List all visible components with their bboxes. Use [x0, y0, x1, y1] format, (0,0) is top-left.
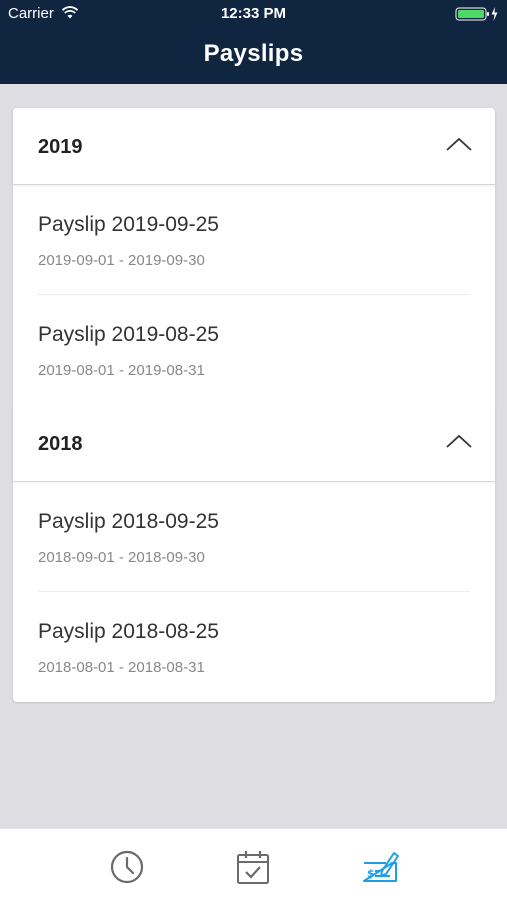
year-label: 2019	[38, 136, 83, 158]
payslip-item[interactable]: Payslip 2018-08-25 2018-08-01 - 2018-08-…	[13, 592, 495, 702]
year-label: 2018	[38, 433, 83, 455]
payslip-period: 2018-08-01 - 2018-08-31	[38, 659, 205, 676]
payslip-item[interactable]: Payslip 2019-08-25 2019-08-01 - 2019-08-…	[13, 295, 495, 405]
battery-icon	[455, 7, 498, 21]
payslip-item[interactable]: Payslip 2019-09-25 2019-09-01 - 2019-09-…	[13, 185, 495, 295]
svg-text:$: $	[367, 867, 375, 880]
status-time: 12:33 PM	[220, 5, 287, 22]
status-bar: Carrier 12:33 PM	[0, 0, 507, 28]
calendar-check-icon[interactable]	[233, 847, 273, 887]
payslips-card: 2019 Payslip 2019-09-25 2019-09-01 - 201…	[13, 108, 495, 702]
year-section-2019: 2019 Payslip 2019-09-25 2019-09-01 - 201…	[13, 108, 495, 405]
payslip-period: 2019-09-01 - 2019-09-30	[38, 252, 205, 269]
page-title: Payslips	[203, 40, 304, 67]
payslip-list-2018: Payslip 2018-09-25 2018-09-01 - 2018-09-…	[13, 482, 495, 702]
payslip-title: Payslip 2019-08-25	[38, 323, 219, 346]
payslip-cheque-icon[interactable]: $	[360, 847, 400, 887]
tab-bar: $	[0, 828, 507, 900]
year-header-2019[interactable]: 2019	[13, 108, 495, 185]
chevron-up-icon[interactable]	[445, 136, 473, 152]
payslip-period: 2018-09-01 - 2018-09-30	[38, 549, 205, 566]
payslips-screen: Carrier 12:33 PM Payslips 2019 Payslip 2…	[0, 0, 507, 900]
clock-icon[interactable]	[107, 847, 147, 887]
year-header-2018[interactable]: 2018	[13, 405, 495, 482]
navigation-header: Carrier 12:33 PM Payslips	[0, 0, 507, 84]
payslip-title: Payslip 2019-09-25	[38, 213, 219, 236]
year-section-2018: 2018 Payslip 2018-09-25 2018-09-01 - 201…	[13, 405, 495, 702]
payslip-list-2019: Payslip 2019-09-25 2019-09-01 - 2019-09-…	[13, 185, 495, 405]
payslip-title: Payslip 2018-08-25	[38, 620, 219, 643]
payslip-item[interactable]: Payslip 2018-09-25 2018-09-01 - 2018-09-…	[13, 482, 495, 592]
payslip-title: Payslip 2018-09-25	[38, 510, 219, 533]
chevron-up-icon[interactable]	[445, 433, 473, 449]
payslip-period: 2019-08-01 - 2019-08-31	[38, 362, 205, 379]
